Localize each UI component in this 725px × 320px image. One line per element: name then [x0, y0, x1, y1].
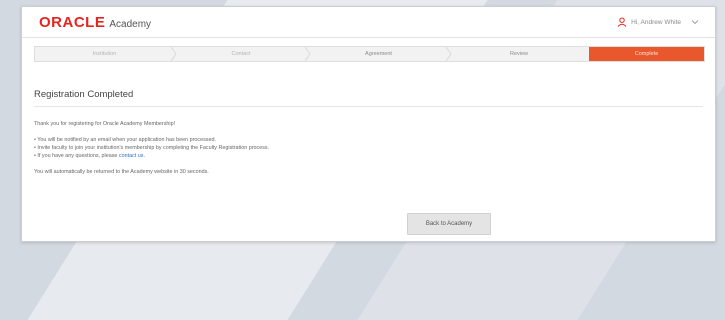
divider — [34, 106, 703, 107]
bullet-invite: • Invite faculty to join your institutio… — [34, 145, 270, 151]
registration-window: ORACLE Academy Hi, Andrew White Institut… — [21, 6, 716, 242]
user-icon — [617, 17, 627, 27]
step-review: Review — [449, 47, 589, 61]
thanks-text: Thank you for registering for Oracle Aca… — [34, 121, 176, 127]
top-bar: ORACLE Academy Hi, Andrew White — [22, 7, 715, 38]
back-to-academy-button[interactable]: Back to Academy — [407, 213, 491, 235]
step-institution: Institution — [35, 47, 177, 61]
oracle-academy-logo[interactable]: ORACLE Academy — [39, 14, 151, 31]
step-label: Complete — [634, 51, 659, 57]
brand-name: ORACLE — [39, 13, 106, 31]
bullet-email: • You will be notified by an email when … — [34, 137, 216, 143]
user-greeting: Hi, Andrew White — [631, 18, 681, 26]
questions-prefix: • If you have any questions, please — [34, 153, 119, 159]
return-notice: You will automatically be returned to th… — [34, 169, 209, 175]
step-agreement: Agreement — [308, 47, 452, 61]
page-title: Registration Completed — [34, 89, 134, 100]
chevron-down-icon — [691, 20, 699, 25]
step-label: Agreement — [365, 51, 392, 57]
questions-suffix: . — [143, 153, 145, 159]
step-contact: Contact — [174, 47, 311, 61]
step-label: Institution — [92, 51, 117, 57]
step-complete: Complete — [589, 47, 704, 61]
confirmation-message: Thank you for registering for Oracle Aca… — [34, 120, 269, 176]
brand-suffix: Academy — [109, 18, 152, 30]
contact-us-link[interactable]: contact us — [119, 153, 144, 159]
bullet-questions: • If you have any questions, please cont… — [34, 152, 269, 160]
user-menu[interactable]: Hi, Andrew White — [617, 17, 699, 27]
step-label: Review — [509, 51, 529, 57]
step-label: Contact — [231, 51, 251, 57]
progress-steps: Institution Contact Agreement Review Com… — [34, 46, 705, 62]
